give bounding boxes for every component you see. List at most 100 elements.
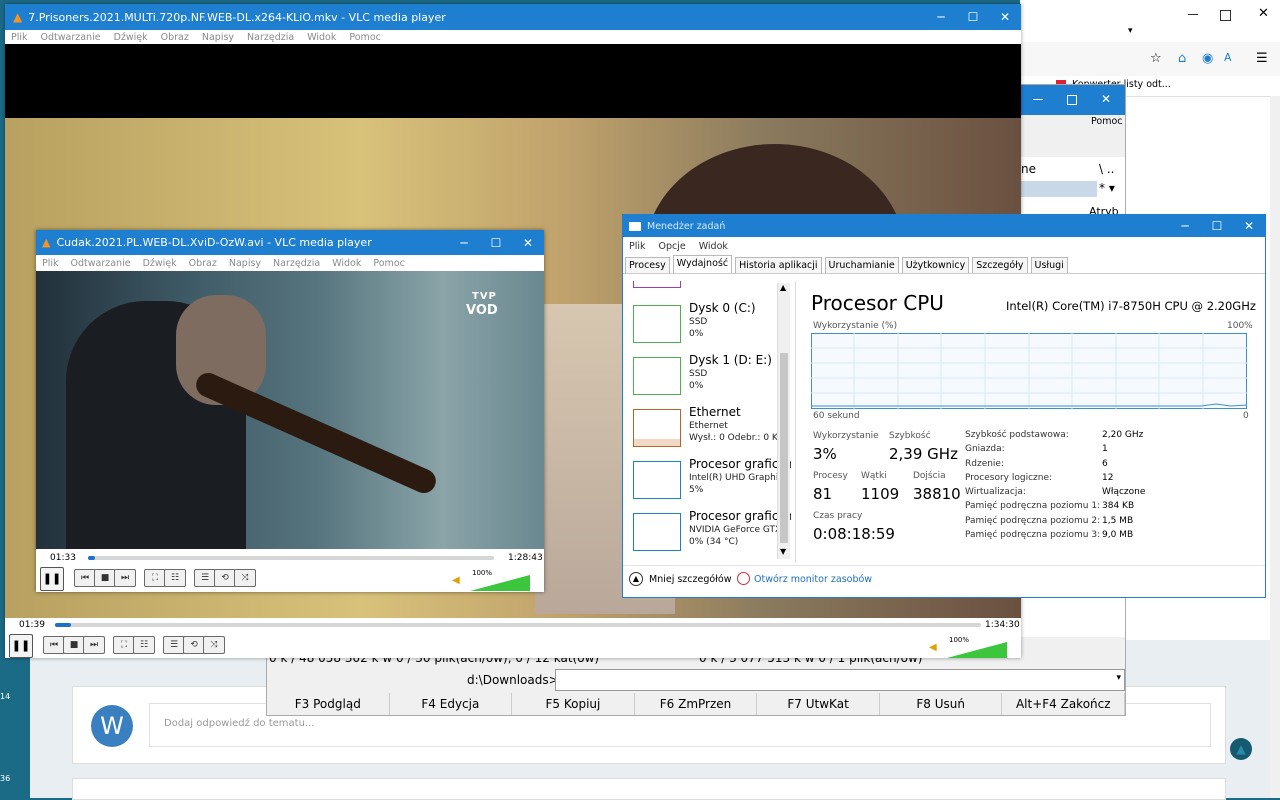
menu-dzwiek[interactable]: Dźwięk: [143, 258, 177, 269]
star-icon[interactable]: ☆: [1150, 51, 1162, 66]
vlc-main-prev-button[interactable]: ⏮: [43, 636, 65, 654]
extension-icon[interactable]: ◉: [1202, 51, 1213, 66]
menu-narzedzia[interactable]: Narzędzia: [247, 32, 294, 43]
menu-widok[interactable]: Widok: [307, 32, 336, 43]
vlc-main-shuffle-button[interactable]: ⤨: [203, 636, 225, 654]
vlc-main-pause-button[interactable]: ❚❚: [9, 634, 33, 658]
vlc-small-close-icon[interactable]: ✕: [512, 236, 544, 250]
f8-delete-button[interactable]: F8 Usuń: [880, 693, 1003, 715]
menu-napisy[interactable]: Napisy: [229, 258, 261, 269]
tab-app-history[interactable]: Historia aplikacji: [735, 257, 822, 273]
scroll-thumb[interactable]: [780, 353, 788, 543]
tm-minimize-icon[interactable]: ─: [1169, 219, 1201, 233]
vlc-small-seek-bar[interactable]: [88, 556, 494, 560]
resource-gpu0[interactable]: Procesor graficzny Intel(R) UHD Graphic …: [633, 457, 791, 505]
f6-move-button[interactable]: F6 ZmPrzen: [635, 693, 758, 715]
menu-plik[interactable]: Plik: [42, 258, 59, 269]
vlc-small-prev-button[interactable]: ⏮: [74, 569, 96, 587]
menu-pomoc[interactable]: Pomoc: [349, 32, 381, 43]
resource-gpu1[interactable]: Procesor graficzny NVIDIA GeForce GTX 0%…: [633, 509, 791, 557]
scroll-up-icon[interactable]: ▲: [780, 283, 786, 292]
vlc-main-close-icon[interactable]: ✕: [989, 10, 1021, 24]
vlc-main-seek-bar[interactable]: [55, 623, 981, 627]
vlc-small-minimize-icon[interactable]: ─: [448, 236, 480, 250]
tc-close-icon[interactable]: ✕: [1101, 92, 1111, 106]
f4-edit-button[interactable]: F4 Edycja: [390, 693, 513, 715]
tm-menu-plik[interactable]: Plik: [629, 241, 646, 252]
menu-obraz[interactable]: Obraz: [161, 32, 189, 43]
vlc-small-playlist-button[interactable]: ☰: [194, 569, 216, 587]
tc-cmd-dropdown-icon[interactable]: ▾: [1116, 673, 1121, 683]
tm-maximize-icon[interactable]: ☐: [1201, 219, 1233, 233]
vlc-small-shuffle-button[interactable]: ⤨: [234, 569, 256, 587]
tab-users[interactable]: Użytkownicy: [901, 257, 970, 273]
vlc-main-next-button[interactable]: ⏭: [83, 636, 105, 654]
vlc-small-next-button[interactable]: ⏭: [114, 569, 136, 587]
vlc-main-maximize-icon[interactable]: ☐: [957, 10, 989, 24]
menu-narzedzia[interactable]: Narzędzia: [273, 258, 320, 269]
menu-obraz[interactable]: Obraz: [189, 258, 217, 269]
tc-maximize-icon[interactable]: [1067, 95, 1077, 105]
fewer-details-link[interactable]: Mniej szczegółów: [649, 574, 731, 585]
vlc-main-loop-button[interactable]: ⟲: [183, 636, 205, 654]
translate-icon[interactable]: A: [1224, 51, 1232, 64]
resource-disk1[interactable]: Dysk 1 (D: E:) SSD 0%: [633, 353, 791, 401]
scroll-down-icon[interactable]: ▼: [780, 547, 786, 556]
browser-minimize-icon[interactable]: [1188, 14, 1198, 15]
f7-mkdir-button[interactable]: F7 UtwKat: [757, 693, 880, 715]
menu-pomoc[interactable]: Pomoc: [373, 258, 405, 269]
vlc-main-speaker-icon[interactable]: ◀: [929, 642, 937, 653]
browser-dropdown-icon[interactable]: ▾: [1128, 26, 1133, 36]
vlc-small-maximize-icon[interactable]: ☐: [480, 236, 512, 250]
tc-command-input[interactable]: ▾: [555, 669, 1125, 691]
vlc-small-stop-button[interactable]: ■: [94, 569, 116, 587]
altf4-exit-button[interactable]: Alt+F4 Zakończ: [1002, 693, 1126, 715]
vlc-main-fullscreen-button[interactable]: ⛶: [113, 636, 135, 654]
vlc-small-speaker-icon[interactable]: ◀: [452, 575, 460, 586]
menu-odtwarzanie[interactable]: Odtwarzanie: [71, 258, 131, 269]
browser-close-icon[interactable]: ✕: [1258, 6, 1269, 21]
tc-menu-help[interactable]: Pomoc: [1091, 116, 1123, 127]
tc-minimize-icon[interactable]: [1033, 99, 1043, 100]
vlc-small-volume-slider[interactable]: [470, 575, 530, 591]
tc-col-ext[interactable]: \ ..: [1099, 162, 1115, 176]
fewer-details-icon[interactable]: ▲: [629, 572, 643, 586]
menu-napisy[interactable]: Napisy: [202, 32, 234, 43]
menu-dzwiek[interactable]: Dźwięk: [114, 32, 148, 43]
vlc-main-eq-button[interactable]: ☷: [133, 636, 155, 654]
tm-list-scrollbar[interactable]: ▲ ▼: [777, 283, 790, 559]
resource-ethernet[interactable]: Ethernet Ethernet Wysł.: 0 Odebr.: 0 Kb: [633, 405, 791, 453]
vlc-small-video[interactable]: TVP VOD: [36, 271, 544, 549]
tab-startup[interactable]: Uruchamianie: [824, 257, 899, 273]
tab-details[interactable]: Szczegóły: [972, 257, 1028, 273]
vlc-small-eq-button[interactable]: ☷: [164, 569, 186, 587]
vlc-main-minimize-icon[interactable]: ─: [925, 10, 957, 24]
menu-odtwarzanie[interactable]: Odtwarzanie: [41, 32, 101, 43]
tm-menu-widok[interactable]: Widok: [699, 241, 728, 252]
menu-widok[interactable]: Widok: [332, 258, 361, 269]
vlc-small-loop-button[interactable]: ⟲: [214, 569, 236, 587]
tab-services[interactable]: Usługi: [1030, 257, 1068, 273]
tc-col-name[interactable]: ne: [1021, 162, 1036, 176]
tm-menu-opcje[interactable]: Opcje: [659, 241, 686, 252]
f5-copy-button[interactable]: F5 Kopiuj: [512, 693, 635, 715]
tab-performance[interactable]: Wydajność: [672, 255, 733, 273]
resource-disk0[interactable]: Dysk 0 (C:) SSD 0%: [633, 301, 791, 349]
menu-plik[interactable]: Plik: [11, 32, 28, 43]
resource-monitor-link[interactable]: Otwórz monitor zasobów: [754, 574, 872, 585]
home-icon[interactable]: ⌂: [1178, 51, 1186, 66]
scroll-top-icon[interactable]: ▲: [1230, 738, 1252, 760]
browser-maximize-icon[interactable]: [1220, 10, 1231, 21]
tab-processes[interactable]: Procesy: [625, 257, 670, 273]
vlc-main-stop-button[interactable]: ■: [63, 636, 85, 654]
vlc-main-volume-slider[interactable]: [947, 642, 1007, 658]
spec-value: 9,0 MB: [1102, 530, 1134, 541]
browser-scrollbar[interactable]: [1270, 96, 1280, 798]
menu-icon[interactable]: ☰: [1256, 51, 1268, 66]
tm-close-icon[interactable]: ✕: [1233, 219, 1265, 233]
vlc-small-pause-button[interactable]: ❚❚: [40, 567, 64, 591]
vlc-main-playlist-button[interactable]: ☰: [163, 636, 185, 654]
tc-selected-row[interactable]: [1021, 181, 1097, 197]
f3-view-button[interactable]: F3 Podgląd: [267, 693, 390, 715]
vlc-small-fullscreen-button[interactable]: ⛶: [144, 569, 166, 587]
